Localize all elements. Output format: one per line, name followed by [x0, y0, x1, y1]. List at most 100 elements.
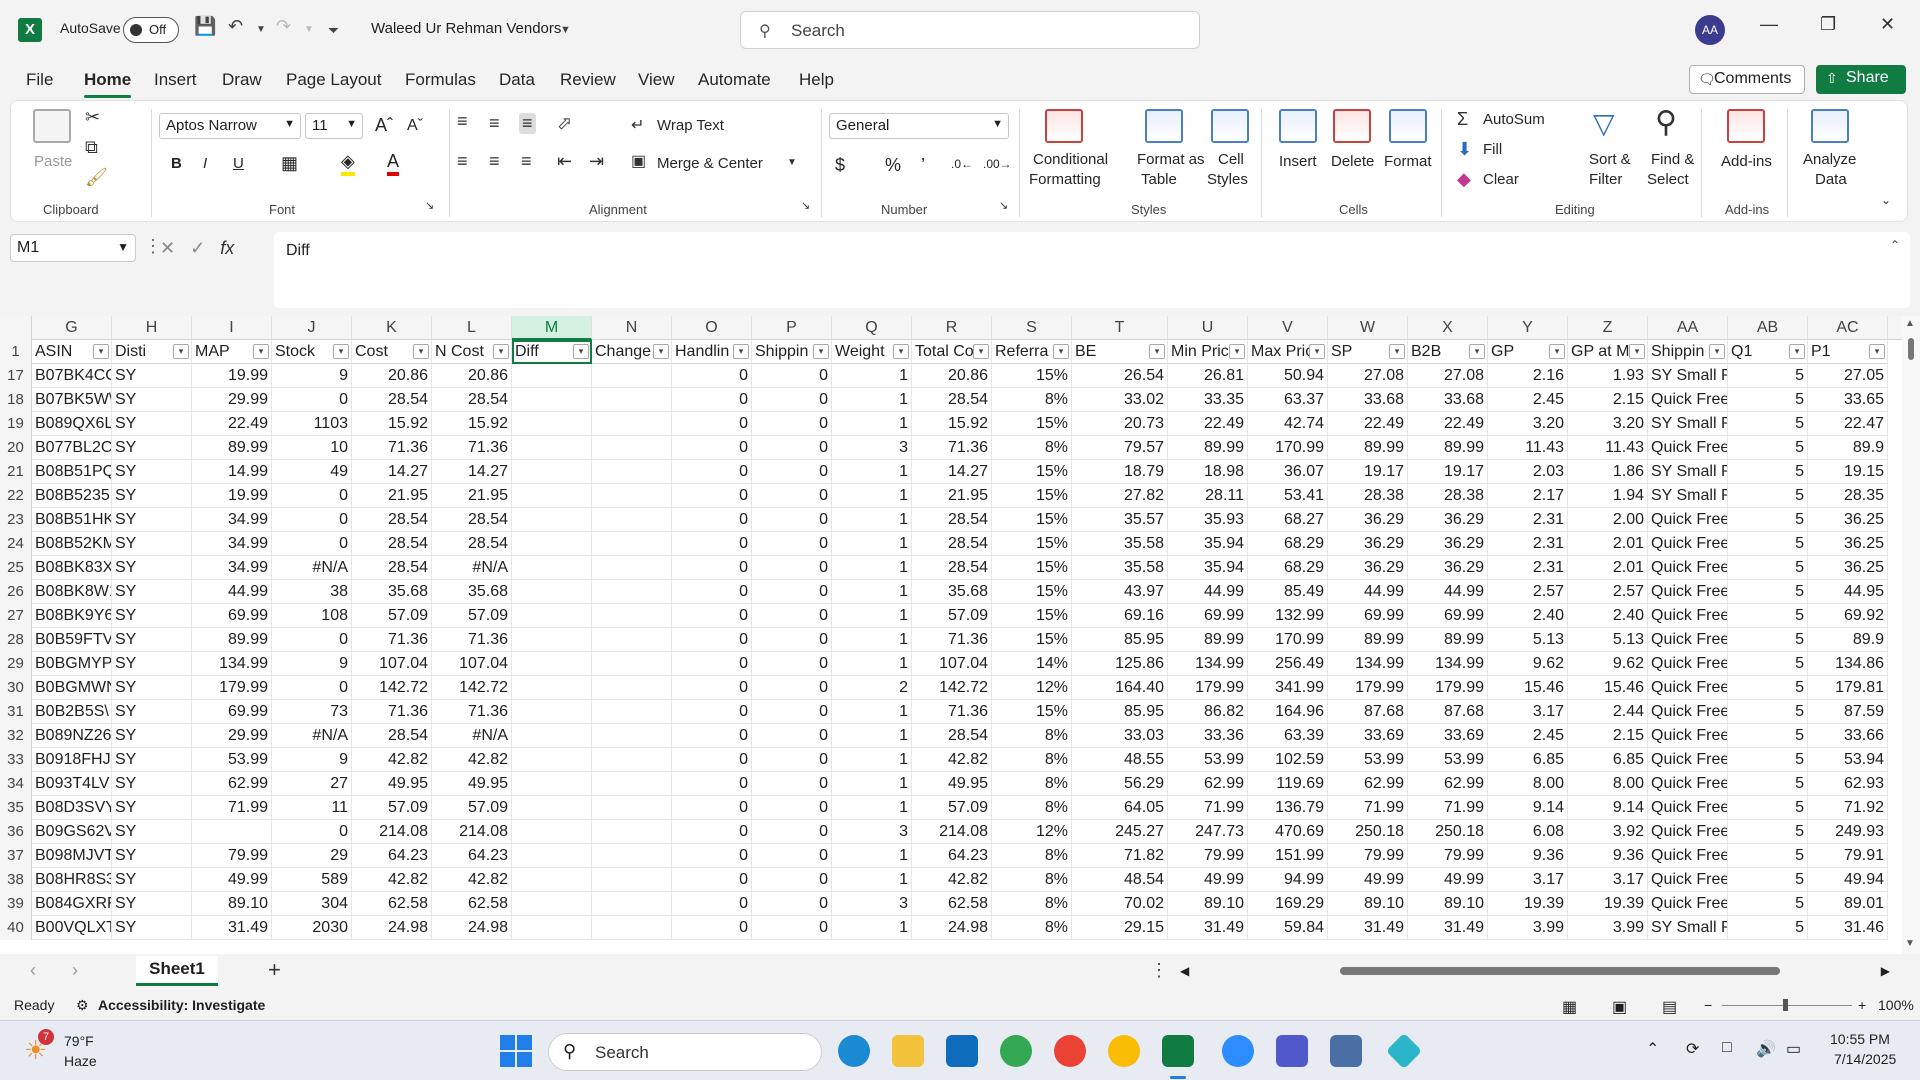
table-cell[interactable]: 64.23: [432, 844, 512, 868]
table-cell[interactable]: 33.66: [1808, 724, 1888, 748]
table-cell[interactable]: 5: [1728, 532, 1808, 556]
table-cell[interactable]: 33.35: [1168, 388, 1248, 412]
cell-styles-label-1[interactable]: Cell: [1218, 151, 1244, 168]
table-cell[interactable]: 0: [672, 484, 752, 508]
row-header[interactable]: 30: [0, 676, 32, 700]
table-cell[interactable]: SY: [112, 484, 192, 508]
table-cell[interactable]: 33.65: [1808, 388, 1888, 412]
table-cell[interactable]: 15.46: [1568, 676, 1648, 700]
table-cell[interactable]: 21.95: [432, 484, 512, 508]
zoom-slider[interactable]: [1722, 999, 1852, 1011]
table-cell[interactable]: 11.43: [1488, 436, 1568, 460]
table-cell[interactable]: 0: [672, 820, 752, 844]
table-cell[interactable]: Quick Free: [1648, 580, 1728, 604]
table-cell[interactable]: 0: [672, 748, 752, 772]
table-cell[interactable]: 22.47: [1808, 412, 1888, 436]
row-header[interactable]: 31: [0, 700, 32, 724]
filter-dropdown-icon[interactable]: ▾: [1549, 344, 1565, 359]
table-cell[interactable]: 71.92: [1808, 796, 1888, 820]
battery-icon[interactable]: ▭: [1786, 1039, 1801, 1059]
table-cell[interactable]: 71.36: [352, 436, 432, 460]
prev-sheet-icon[interactable]: ‹: [30, 960, 36, 981]
table-cell[interactable]: 62.93: [1808, 772, 1888, 796]
increase-decimal-icon[interactable]: .0←: [951, 157, 973, 171]
table-cell[interactable]: [512, 604, 592, 628]
table-cell[interactable]: 0: [672, 868, 752, 892]
table-cell[interactable]: 1: [832, 460, 912, 484]
table-cell[interactable]: 48.54: [1072, 868, 1168, 892]
table-cell[interactable]: 2.40: [1488, 604, 1568, 628]
table-cell[interactable]: 1.94: [1568, 484, 1648, 508]
table-cell[interactable]: 9: [272, 652, 352, 676]
table-cell[interactable]: 589: [272, 868, 352, 892]
table-cell[interactable]: [592, 460, 672, 484]
table-cell[interactable]: 3.17: [1488, 868, 1568, 892]
increase-indent-icon[interactable]: ⇥: [589, 151, 604, 172]
table-header-cell[interactable]: N Cost ▾: [432, 340, 512, 364]
table-cell[interactable]: 0: [752, 436, 832, 460]
table-cell[interactable]: 2.01: [1568, 532, 1648, 556]
table-cell[interactable]: B07BK5W\: [32, 388, 112, 412]
table-cell[interactable]: SY: [112, 844, 192, 868]
merge-icon[interactable]: ▣: [631, 151, 646, 171]
table-cell[interactable]: 134.99: [1168, 652, 1248, 676]
table-cell[interactable]: 42.82: [352, 868, 432, 892]
table-cell[interactable]: 49.99: [1408, 868, 1488, 892]
row-header[interactable]: 34: [0, 772, 32, 796]
excel-taskbar-icon[interactable]: [1162, 1035, 1194, 1067]
table-cell[interactable]: 62.58: [352, 892, 432, 916]
find-select-label-1[interactable]: Find &: [1651, 151, 1694, 168]
column-header[interactable]: O: [672, 316, 752, 340]
table-cell[interactable]: 256.49: [1248, 652, 1328, 676]
table-cell[interactable]: 119.69: [1248, 772, 1328, 796]
table-header-cell[interactable]: Handlin ▾: [672, 340, 752, 364]
table-cell[interactable]: 0: [672, 460, 752, 484]
table-cell[interactable]: 14.27: [912, 460, 992, 484]
filter-dropdown-icon[interactable]: ▾: [733, 344, 749, 359]
table-cell[interactable]: 8%: [992, 796, 1072, 820]
table-cell[interactable]: 2.01: [1568, 556, 1648, 580]
table-cell[interactable]: 89.99: [1328, 628, 1408, 652]
table-cell[interactable]: 27: [272, 772, 352, 796]
table-cell[interactable]: 29: [272, 844, 352, 868]
table-cell[interactable]: SY: [112, 892, 192, 916]
table-header-cell[interactable]: BE ▾: [1072, 340, 1168, 364]
zoom-level[interactable]: 100%: [1878, 997, 1914, 1013]
table-cell[interactable]: 49.94: [1808, 868, 1888, 892]
table-cell[interactable]: 142.72: [912, 676, 992, 700]
formula-input[interactable]: Diff: [274, 232, 1910, 308]
table-cell[interactable]: 62.99: [192, 772, 272, 796]
table-cell[interactable]: 179.99: [1408, 676, 1488, 700]
table-header-cell[interactable]: Referra ▾: [992, 340, 1072, 364]
table-cell[interactable]: 57.09: [352, 796, 432, 820]
table-cell[interactable]: 102.59: [1248, 748, 1328, 772]
table-cell[interactable]: SY: [112, 532, 192, 556]
table-cell[interactable]: 0: [752, 820, 832, 844]
table-cell[interactable]: 3.99: [1568, 916, 1648, 940]
table-cell[interactable]: 108: [272, 604, 352, 628]
table-cell[interactable]: 2.31: [1488, 532, 1568, 556]
table-cell[interactable]: 5: [1728, 772, 1808, 796]
column-header[interactable]: X: [1408, 316, 1488, 340]
table-cell[interactable]: [512, 412, 592, 436]
table-cell[interactable]: 107.04: [912, 652, 992, 676]
table-cell[interactable]: B08HR8S3: [32, 868, 112, 892]
table-cell[interactable]: [592, 604, 672, 628]
table-cell[interactable]: 8%: [992, 436, 1072, 460]
table-cell[interactable]: [512, 868, 592, 892]
table-cell[interactable]: 3.20: [1488, 412, 1568, 436]
table-cell[interactable]: 5: [1728, 604, 1808, 628]
table-cell[interactable]: 49.99: [1168, 868, 1248, 892]
wrap-text-icon[interactable]: ↵: [631, 115, 644, 135]
table-cell[interactable]: 1: [832, 796, 912, 820]
table-cell[interactable]: 12%: [992, 676, 1072, 700]
table-cell[interactable]: 15%: [992, 364, 1072, 388]
table-cell[interactable]: 71.99: [1328, 796, 1408, 820]
table-cell[interactable]: 214.08: [352, 820, 432, 844]
row-header[interactable]: 40: [0, 916, 32, 940]
table-cell[interactable]: 19.17: [1408, 460, 1488, 484]
table-cell[interactable]: 44.99: [1408, 580, 1488, 604]
table-cell[interactable]: SY Small Pa: [1648, 916, 1728, 940]
table-cell[interactable]: 79.99: [1328, 844, 1408, 868]
table-cell[interactable]: 62.99: [1328, 772, 1408, 796]
